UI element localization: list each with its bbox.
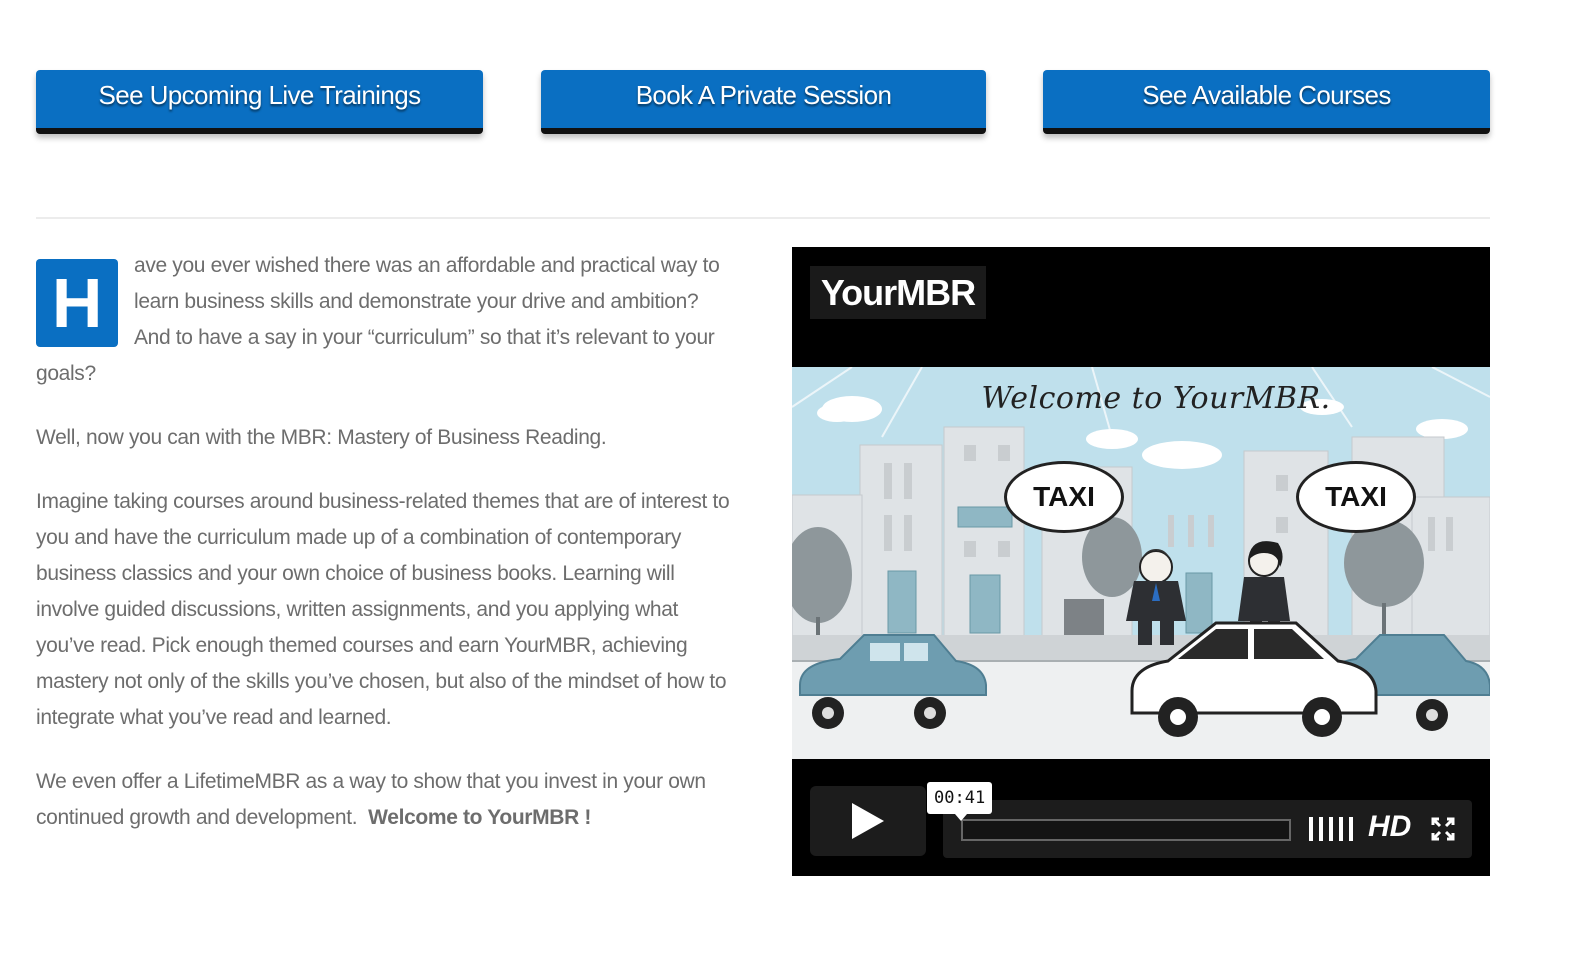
intro-paragraph-1: Have you ever wished there was an afford… bbox=[36, 248, 736, 392]
city-illustration bbox=[792, 367, 1490, 759]
taxi-bubble-right: TAXI bbox=[1296, 461, 1416, 533]
available-courses-label: See Available Courses bbox=[1142, 79, 1391, 110]
cta-row: See Upcoming Live Trainings Book A Priva… bbox=[36, 70, 1490, 138]
hd-button[interactable]: HD bbox=[1368, 810, 1411, 844]
video-player[interactable]: YourMBR Welcome to YourMBR. TAXI TAXI HD… bbox=[792, 247, 1490, 876]
intro-text: Have you ever wished there was an afford… bbox=[36, 248, 736, 864]
section-divider bbox=[36, 217, 1490, 219]
video-controls: HD 00:41 bbox=[792, 759, 1490, 876]
video-frame[interactable]: Welcome to YourMBR. TAXI TAXI bbox=[792, 367, 1490, 759]
intro-paragraph-2: Well, now you can with the MBR: Mastery … bbox=[36, 426, 607, 449]
welcome-bold: Welcome to YourMBR ! bbox=[368, 806, 592, 829]
time-tooltip: 00:41 bbox=[927, 782, 993, 821]
play-icon bbox=[852, 803, 884, 839]
control-bar: HD bbox=[943, 800, 1472, 858]
upcoming-trainings-label: See Upcoming Live Trainings bbox=[98, 79, 422, 110]
private-session-label: Book A Private Session bbox=[635, 79, 892, 110]
volume-icon[interactable] bbox=[1309, 817, 1353, 841]
intro-paragraph-3: Imagine taking courses around business-r… bbox=[36, 490, 730, 729]
progress-bar[interactable] bbox=[961, 819, 1291, 841]
private-session-button[interactable]: Book A Private Session bbox=[541, 70, 986, 134]
available-courses-button[interactable]: See Available Courses bbox=[1043, 70, 1490, 134]
scene-title: Welcome to YourMBR. bbox=[981, 381, 1331, 416]
fullscreen-icon[interactable] bbox=[1431, 817, 1455, 841]
taxi-bubble-left: TAXI bbox=[1004, 461, 1124, 533]
intro-paragraph-1-text: ave you ever wished there was an afforda… bbox=[36, 254, 720, 385]
yourmbr-logo: YourMBR bbox=[810, 266, 986, 319]
intro-paragraph-4: We even offer a LifetimeMBR as a way to … bbox=[36, 764, 736, 836]
dropcap: H bbox=[36, 259, 118, 347]
play-button[interactable] bbox=[810, 786, 926, 856]
upcoming-trainings-button[interactable]: See Upcoming Live Trainings bbox=[36, 70, 483, 134]
